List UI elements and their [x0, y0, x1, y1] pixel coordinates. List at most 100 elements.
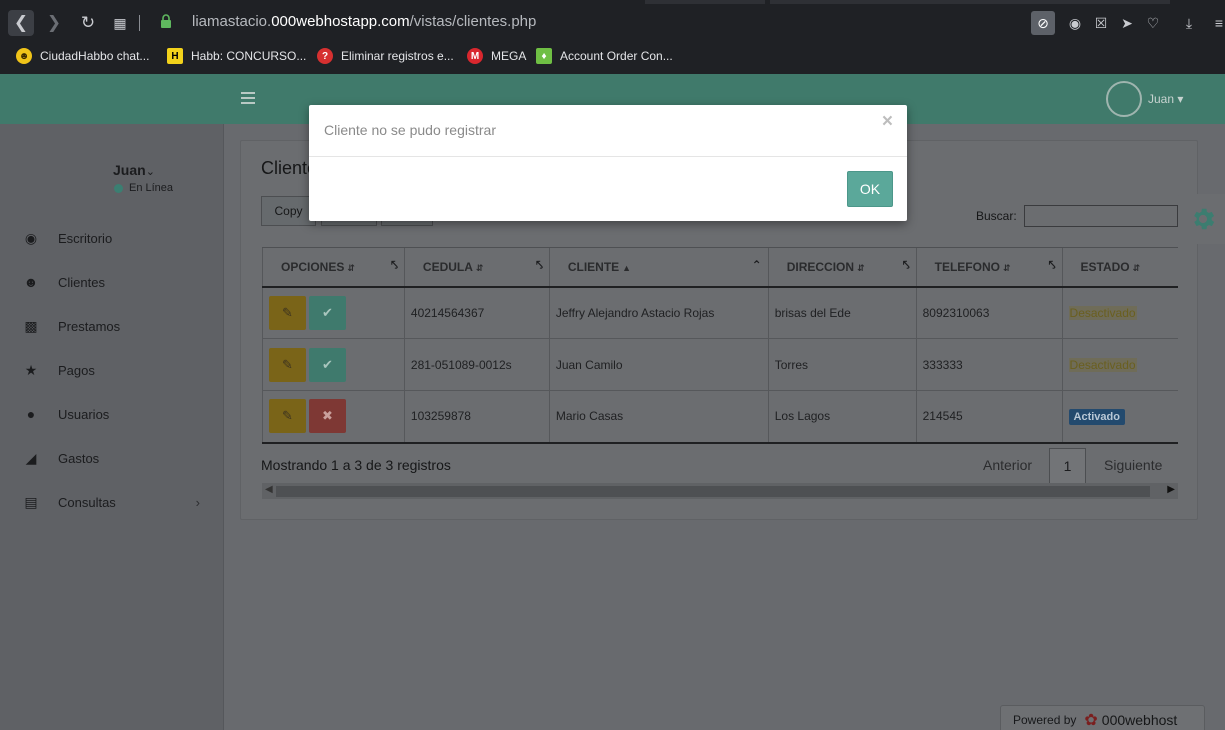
- copy-button[interactable]: Copy: [261, 196, 316, 226]
- status-badge: Activado: [1068, 409, 1125, 426]
- scroll-left-icon[interactable]: ◀: [265, 484, 273, 495]
- edit-button[interactable]: ✎: [269, 295, 306, 330]
- cell-telefono: 333333: [915, 338, 1063, 391]
- sidebar-item-consultas[interactable]: ▤ Consultas ›: [22, 492, 212, 512]
- cell-estado: Desactivado: [1061, 338, 1178, 391]
- sidebar-item-gastos[interactable]: ◢ Gastos: [22, 448, 212, 468]
- chevron-down-icon: ⌄: [145, 166, 155, 178]
- shield-icon[interactable]: ☒: [1089, 11, 1113, 35]
- row-actions: ✎ ✔: [262, 286, 405, 339]
- bookmark-item[interactable]: ? Eliminar registros e...: [317, 46, 454, 66]
- sidebar-item-clientes[interactable]: ☻ Clientes: [22, 272, 212, 292]
- tab[interactable]: [645, 0, 765, 4]
- cell-cliente: Jeffry Alejandro Astacio Rojas: [548, 286, 769, 339]
- sidebar-item-escritorio[interactable]: ◉ Escritorio: [22, 228, 212, 248]
- column-header-direccion[interactable]: DIRECCION ⇵ ⤣: [767, 247, 917, 288]
- sidebar-item-usuarios[interactable]: ● Usuarios: [22, 404, 212, 424]
- cell-direccion: Los Lagos: [767, 390, 917, 444]
- activate-button[interactable]: ✔: [309, 347, 346, 382]
- forward-icon[interactable]: ❯: [41, 10, 67, 36]
- bookmark-item[interactable]: M MEGA: [467, 46, 526, 66]
- back-icon[interactable]: ❮: [8, 10, 34, 36]
- lock-icon: [161, 14, 171, 28]
- account-icon: ♦: [536, 48, 552, 64]
- online-dot-icon: [114, 183, 123, 193]
- address-bar[interactable]: liamastacio.000webhostapp.com/vistas/cli…: [192, 13, 536, 30]
- dialog-message: Cliente no se pudo registrar: [324, 122, 496, 138]
- cell-cedula: 103259878: [403, 390, 550, 444]
- sidebar-item-pagos[interactable]: ★ Pagos: [22, 360, 212, 380]
- user-icon: ●: [26, 406, 36, 422]
- pagination-prev[interactable]: Anterior: [983, 457, 1032, 473]
- cell-direccion: Torres: [767, 338, 917, 391]
- edit-button[interactable]: ✎: [269, 399, 306, 434]
- deactivate-button[interactable]: ✖: [309, 399, 346, 434]
- table-row: ✎ ✖ 103259878 Mario Casas Los Lagos 21454…: [262, 390, 1178, 444]
- cell-cedula: 281-051089-0012s: [403, 338, 550, 391]
- tab[interactable]: [770, 0, 1170, 4]
- sidebar-user-name[interactable]: Juan⌄: [113, 162, 155, 178]
- user-menu[interactable]: Juan ▾: [1148, 92, 1183, 106]
- horizontal-scrollbar[interactable]: ◀ ▶: [262, 483, 1178, 499]
- download-icon[interactable]: ⤓: [1177, 11, 1201, 35]
- bar-chart-icon: ▤: [24, 493, 38, 510]
- activate-button[interactable]: ✔: [309, 295, 346, 330]
- divider: [139, 15, 140, 31]
- pagination-page[interactable]: 1: [1049, 448, 1086, 484]
- cell-telefono: 8092310063: [915, 286, 1063, 339]
- powered-by-badge[interactable]: Powered by ✿ 000webhost: [1000, 705, 1205, 730]
- table-info: Mostrando 1 a 3 de 3 registros: [261, 457, 451, 473]
- smiley-icon: ☻: [16, 48, 32, 64]
- search-input[interactable]: [1024, 205, 1178, 227]
- speed-dial-icon[interactable]: ▦: [107, 10, 133, 36]
- users-icon: ☻: [23, 274, 39, 290]
- column-header-opciones[interactable]: OPCIONES ⇵ ⤣: [262, 247, 405, 288]
- habbo-icon: H: [167, 48, 183, 64]
- send-icon[interactable]: ➤: [1115, 11, 1139, 35]
- settings-toggle[interactable]: [1178, 194, 1225, 244]
- cell-estado: Desactivado: [1061, 286, 1178, 339]
- scroll-right-icon[interactable]: ▶: [1167, 484, 1175, 495]
- star-icon: ★: [24, 361, 38, 378]
- search-label: Buscar:: [976, 209, 1017, 223]
- webhost-logo-icon: ✿: [1084, 712, 1098, 729]
- column-header-telefono[interactable]: TELEFONO ⇵ ⤣: [915, 247, 1063, 288]
- hamburger-icon[interactable]: [241, 92, 255, 104]
- bookmark-item[interactable]: ♦ Account Order Con...: [536, 46, 673, 66]
- cell-direccion: brisas del Ede: [767, 286, 917, 339]
- row-actions: ✎ ✔: [262, 338, 405, 391]
- sidebar-item-prestamos[interactable]: ▩ Prestamos: [22, 316, 212, 336]
- gear-icon: [1194, 208, 1215, 230]
- clients-table: OPCIONES ⇵ ⤣ CEDULA ⇵ ⤣ CLIENTE ▲ ⌃ DIRECCION ⇵…: [262, 247, 1178, 444]
- pagination-next[interactable]: Siguiente: [1104, 457, 1162, 473]
- column-header-cliente[interactable]: CLIENTE ▲ ⌃: [548, 247, 769, 288]
- chevron-right-icon: ›: [195, 494, 200, 510]
- avatar[interactable]: [1106, 81, 1142, 117]
- column-header-cedula[interactable]: CEDULA ⇵ ⤣: [403, 247, 550, 288]
- ad-block-icon[interactable]: ⊘: [1031, 11, 1055, 35]
- menu-icon[interactable]: ≡: [1207, 11, 1225, 35]
- cell-telefono: 214545: [915, 390, 1063, 444]
- row-actions: ✎ ✖: [262, 390, 405, 444]
- cell-cedula: 40214564367: [403, 286, 550, 339]
- question-icon: ?: [317, 48, 333, 64]
- cell-estado: Activado: [1061, 390, 1178, 444]
- bookmark-item[interactable]: ☻ CiudadHabbo chat...: [16, 46, 149, 66]
- reload-icon[interactable]: ↻: [75, 10, 101, 36]
- column-header-estado[interactable]: ESTADO ⇵: [1061, 247, 1178, 288]
- sidebar: Juan⌄ En Línea ◉ Escritorio ☻ Clientes ▩ Pr…: [0, 124, 224, 730]
- scrollbar-thumb[interactable]: [276, 486, 1150, 497]
- camera-icon[interactable]: ◉: [1063, 11, 1087, 35]
- alert-dialog: Cliente no se pudo registrar × OK: [309, 105, 907, 221]
- ok-button[interactable]: OK: [847, 171, 893, 207]
- divider: [309, 156, 907, 157]
- bookmark-item[interactable]: H Habb: CONCURSO...: [167, 46, 306, 66]
- status-badge: Desactivado: [1068, 305, 1137, 320]
- cell-cliente: Juan Camilo: [548, 338, 769, 391]
- close-icon[interactable]: ×: [882, 111, 893, 133]
- dashboard-icon: ◉: [24, 229, 38, 246]
- heart-icon[interactable]: ♡: [1141, 11, 1165, 35]
- browser-toolbar: ❮ ❯ ↻ ▦ liamastacio.000webhostapp.com/vi…: [0, 0, 1225, 74]
- status-badge: Desactivado: [1068, 357, 1137, 372]
- edit-button[interactable]: ✎: [269, 347, 306, 382]
